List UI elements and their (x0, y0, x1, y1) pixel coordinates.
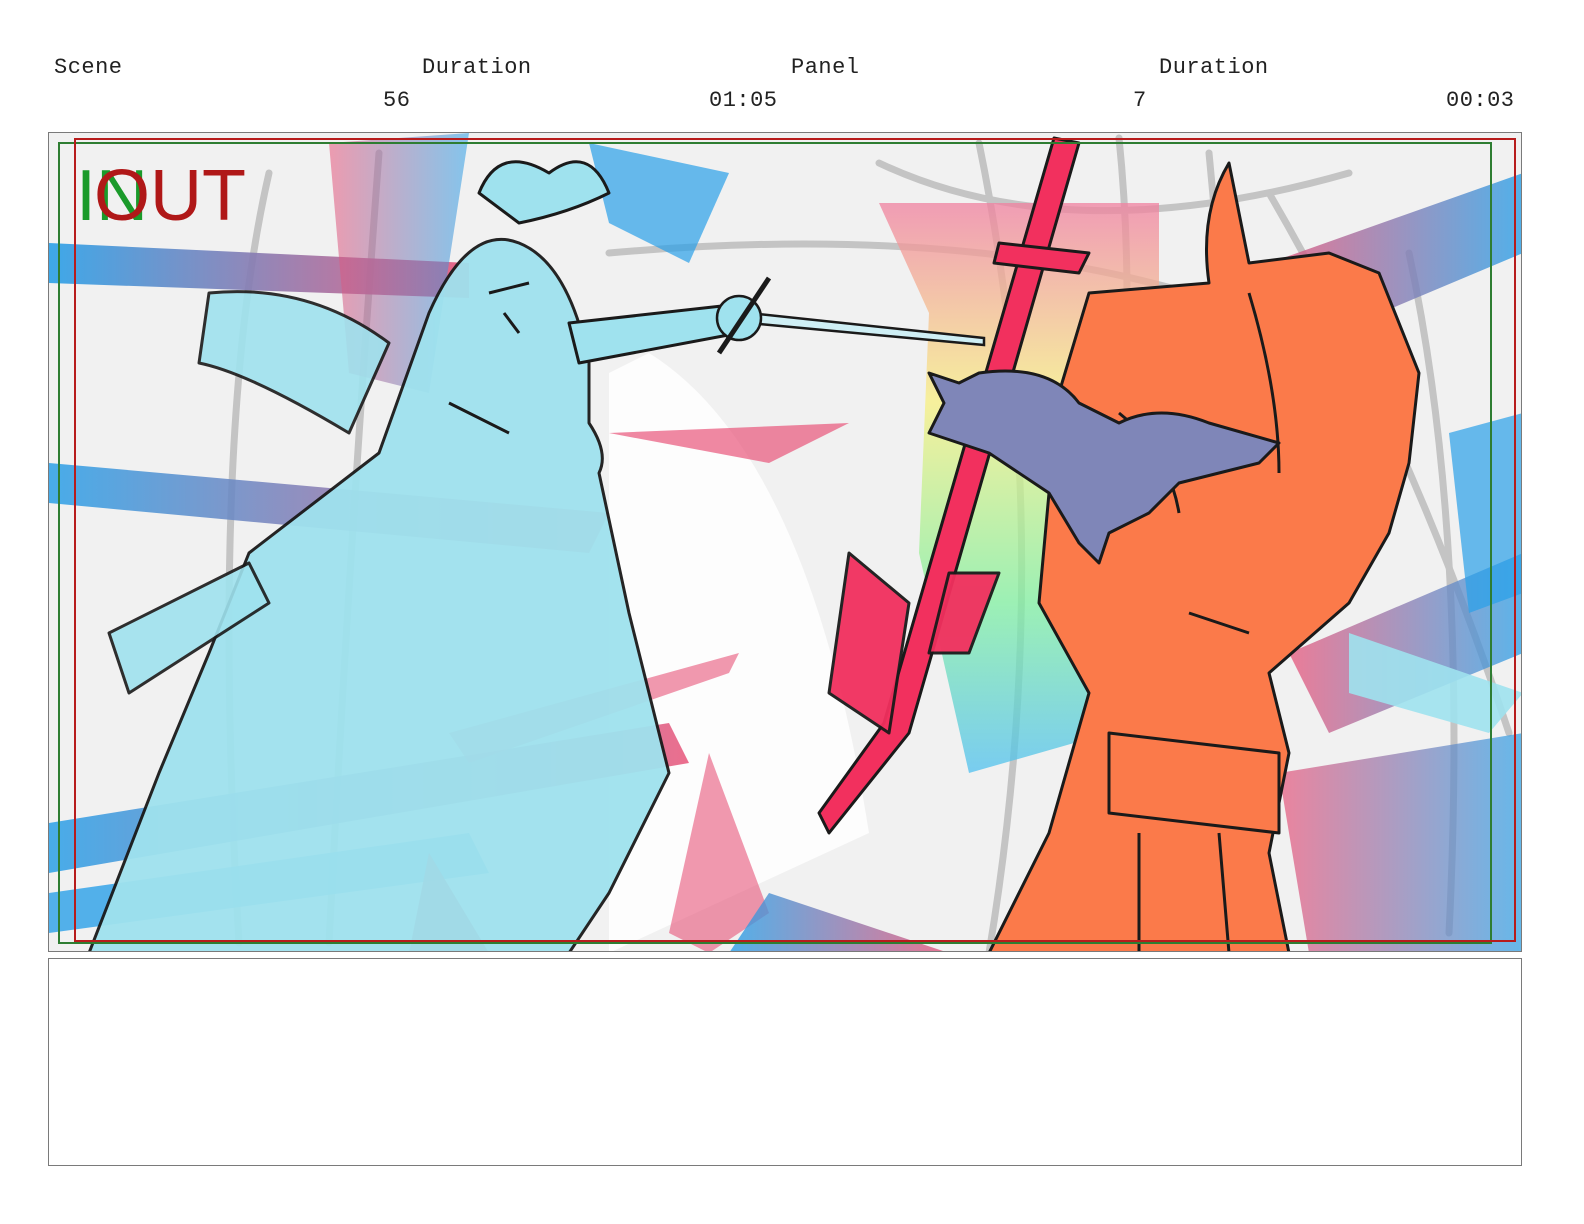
out-marker: OUT (94, 156, 246, 236)
panel-duration-value: 00:03 (1446, 88, 1515, 113)
panel-number: 7 (1133, 88, 1147, 113)
panel-label: Panel (791, 55, 860, 80)
scene-duration-label: Duration (422, 55, 532, 80)
panel-notes-box[interactable] (48, 958, 1522, 1166)
panel-duration-label: Duration (1159, 55, 1269, 80)
scene-duration-value: 01:05 (709, 88, 778, 113)
panel-artwork (49, 133, 1521, 951)
storyboard-panel (48, 132, 1522, 952)
scene-number: 56 (383, 88, 411, 113)
scene-label: Scene (54, 55, 123, 80)
